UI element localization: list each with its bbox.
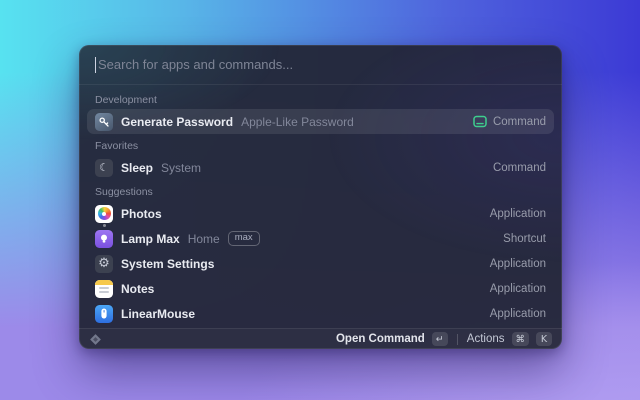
key-icon xyxy=(95,112,113,131)
photos-pinwheel-icon xyxy=(95,204,113,227)
item-type-label: Application xyxy=(489,307,546,320)
status-bar: Open Command ↵ Actions ⌘ K xyxy=(79,328,562,349)
list-item-lamp-max[interactable]: Lamp Max Home max Shortcut xyxy=(87,226,554,251)
item-title: Photos xyxy=(121,206,162,221)
launcher-window: Development Generate Password Apple-Like… xyxy=(79,45,562,349)
list-item-photos[interactable]: Photos Application xyxy=(87,201,554,227)
text-caret xyxy=(95,56,96,73)
item-type-label: Shortcut xyxy=(503,232,546,245)
item-title: Lamp Max xyxy=(121,231,180,246)
cmd-key-badge: ⌘ xyxy=(511,332,529,346)
list-item-linearmouse[interactable]: LinearMouse Application xyxy=(87,301,554,326)
lamp-icon xyxy=(95,229,113,248)
item-type-label: Command xyxy=(492,161,546,174)
notes-icon xyxy=(95,279,113,298)
desktop-background: Development Generate Password Apple-Like… xyxy=(0,0,640,400)
item-subtitle: Apple-Like Password xyxy=(241,114,354,129)
results-list: Development Generate Password Apple-Like… xyxy=(79,85,562,326)
section-header-favorites: Favorites xyxy=(95,140,139,152)
item-title: Generate Password xyxy=(121,114,234,129)
list-item-notes[interactable]: Notes Application xyxy=(87,276,554,301)
mouse-icon xyxy=(95,304,113,323)
item-accessory: Application xyxy=(490,283,546,295)
item-title: LinearMouse xyxy=(121,306,196,321)
enter-key-badge: ↵ xyxy=(431,332,448,346)
section-header-suggestions: Suggestions xyxy=(95,186,153,198)
item-accessory: Application xyxy=(490,258,546,270)
item-type-label: Command xyxy=(492,115,546,128)
item-subtitle: Home xyxy=(187,231,220,246)
item-accessory: Application xyxy=(490,208,546,220)
raycast-logo-icon xyxy=(90,333,101,345)
item-accessory: Application xyxy=(490,308,546,320)
item-title: Sleep xyxy=(121,160,154,175)
item-accessory: Shortcut xyxy=(503,233,546,245)
section-header-development: Development xyxy=(95,94,157,106)
item-type-label: Application xyxy=(489,282,546,295)
item-title: Notes xyxy=(121,281,155,296)
item-type-label: Application xyxy=(489,257,546,270)
actions-button[interactable]: Actions xyxy=(467,333,505,345)
item-tag-badge: max xyxy=(227,231,260,246)
item-subtitle: System xyxy=(161,160,202,175)
search-input[interactable] xyxy=(98,57,546,72)
k-key-badge: K xyxy=(536,332,552,346)
item-accessory: Command xyxy=(473,115,546,128)
list-item-sleep[interactable]: ☾ Sleep System Command xyxy=(87,155,554,180)
list-item-system-settings[interactable]: ⚙ System Settings Application xyxy=(87,251,554,276)
footer-divider xyxy=(456,333,458,345)
list-item-generate-password[interactable]: Generate Password Apple-Like Password Co… xyxy=(87,109,554,134)
search-bar xyxy=(79,45,562,84)
command-keycap-icon xyxy=(473,115,487,128)
open-command-button[interactable]: Open Command xyxy=(336,333,425,345)
item-accessory: Command xyxy=(493,162,546,174)
item-type-label: Application xyxy=(489,207,546,220)
gear-icon: ⚙ xyxy=(95,254,113,273)
running-indicator xyxy=(102,223,106,227)
moon-icon: ☾ xyxy=(95,158,113,177)
item-title: System Settings xyxy=(121,256,215,271)
